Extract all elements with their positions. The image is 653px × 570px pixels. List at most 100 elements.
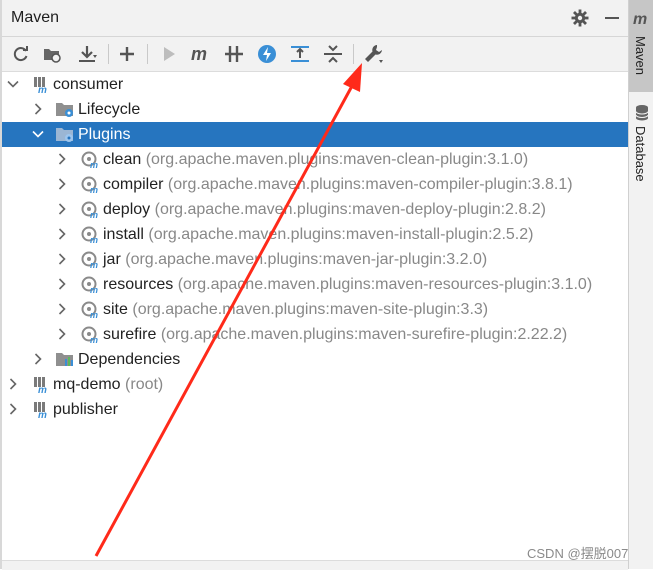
plugin-icon: m [81,276,98,294]
maven-module-icon: m [34,77,47,94]
tree-node-dependencies[interactable]: Dependencies [2,347,628,372]
side-tab-label: Database [633,126,648,182]
plugin-icon: m [81,176,98,194]
run-icon[interactable] [158,43,180,65]
svg-text:m: m [90,160,98,169]
tree-node-label: publisher [53,401,118,418]
side-tab-maven[interactable]: m Maven [629,0,653,92]
chevron-right-icon[interactable] [56,153,68,165]
gear-icon[interactable] [570,8,590,28]
maven-goal-icon[interactable]: m [190,43,212,65]
tree-node-label: Lifecycle [78,101,141,118]
generate-sources-icon[interactable] [41,43,63,65]
collapse-all-icon[interactable] [322,43,344,65]
tree-node-consumer[interactable]: m consumer [2,72,628,97]
tree-node-lifecycle[interactable]: Lifecycle [2,97,628,122]
lifecycle-folder-icon [56,103,73,117]
svg-text:m: m [633,11,647,28]
plugin-name: jar [103,251,121,268]
tree-node-mq-demo[interactable]: m mq-demo (root) [2,372,628,397]
chevron-right-icon[interactable] [7,378,19,390]
plugin-icon: m [81,201,98,219]
tree-node-plugin[interactable]: m compiler (org.apache.maven.plugins:mav… [2,172,628,197]
minimize-icon[interactable] [602,8,622,28]
chevron-right-icon[interactable] [32,103,44,115]
chevron-right-icon[interactable] [7,403,19,415]
chevron-down-icon[interactable] [7,78,19,90]
svg-text:m: m [90,210,98,219]
toolbar-separator [108,44,109,64]
tree-node-plugin[interactable]: m clean (org.apache.maven.plugins:maven-… [2,147,628,172]
plugin-icon: m [81,301,98,319]
tool-window-title: Maven [11,9,60,26]
plugin-coordinates: (org.apache.maven.plugins:maven-resource… [177,276,593,293]
chevron-right-icon[interactable] [56,228,68,240]
tree-node-publisher[interactable]: m publisher [2,397,628,422]
svg-text:m: m [38,385,47,394]
toolbar-separator [147,44,148,64]
maven-module-icon: m [34,402,47,419]
tree-node-plugin[interactable]: m resources (org.apache.maven.plugins:ma… [2,272,628,297]
plugin-name: install [103,226,144,243]
svg-text:m: m [191,44,207,64]
tree-node-label: Plugins [78,126,131,143]
chevron-right-icon[interactable] [32,353,44,365]
plugin-name: clean [103,151,142,168]
svg-text:m: m [90,310,98,319]
plugin-coordinates: (org.apache.maven.plugins:maven-jar-plug… [125,251,488,268]
maven-icon: m [633,11,647,28]
tree-node-label: mq-demo [53,376,121,393]
plugin-coordinates: (org.apache.maven.plugins:maven-clean-pl… [145,151,529,168]
tree-node-plugin[interactable]: m install (org.apache.maven.plugins:mave… [2,222,628,247]
svg-text:m: m [38,410,47,419]
plugins-folder-icon [56,128,73,142]
plugin-icon: m [81,226,98,244]
tree-node-plugin[interactable]: m deploy (org.apache.maven.plugins:maven… [2,197,628,222]
svg-text:m: m [38,85,47,94]
chevron-right-icon[interactable] [56,178,68,190]
toolbar-separator [353,44,354,64]
side-tab-database[interactable]: Database [629,98,653,188]
svg-text:m: m [90,185,98,194]
svg-text:m: m [90,235,98,244]
tree-node-plugin[interactable]: m jar (org.apache.maven.plugins:maven-ja… [2,247,628,272]
chevron-down-icon[interactable] [32,128,44,140]
add-icon[interactable] [116,43,138,65]
chevron-right-icon[interactable] [56,328,68,340]
chevron-right-icon[interactable] [56,278,68,290]
maven-toolbar: m [2,37,628,72]
side-tab-label: Maven [633,36,648,76]
database-icon [635,105,649,121]
tree-node-plugin[interactable]: m surefire (org.apache.maven.plugins:mav… [2,322,628,347]
reload-icon[interactable] [10,43,32,65]
maven-module-icon: m [34,377,47,394]
tree-node-label: consumer [53,76,124,93]
plugin-name: resources [103,276,174,293]
plugin-coordinates: (org.apache.maven.plugins:maven-install-… [148,226,534,243]
plugin-coordinates: (org.apache.maven.plugins:maven-compiler… [167,176,573,193]
chevron-right-icon[interactable] [56,253,68,265]
tree-node-plugin[interactable]: m site (org.apache.maven.plugins:maven-s… [2,297,628,322]
maven-tool-window: Maven m m consumer Lifecycle Plugins m c… [0,0,653,570]
plugin-coordinates: (org.apache.maven.plugins:maven-deploy-p… [154,201,546,218]
chevron-right-icon[interactable] [56,303,68,315]
tree-node-plugins[interactable]: Plugins [2,122,628,147]
wrench-settings-icon[interactable] [362,43,384,65]
toggle-offline-icon[interactable] [223,43,245,65]
show-dependencies-icon[interactable] [289,43,311,65]
plugin-name: site [103,301,128,318]
plugin-name: surefire [103,326,157,343]
svg-text:m: m [90,260,98,269]
watermark: CSDN @摆脱007 [527,546,629,561]
plugin-coordinates: (org.apache.maven.plugins:maven-surefire… [160,326,568,343]
svg-text:m: m [90,285,98,294]
plugin-icon: m [81,326,98,344]
root-suffix: (root) [125,376,164,393]
plugin-coordinates: (org.apache.maven.plugins:maven-site-plu… [132,301,489,318]
download-icon[interactable] [76,43,98,65]
plugin-icon: m [81,251,98,269]
skip-tests-icon[interactable] [256,43,278,65]
plugin-name: compiler [103,176,164,193]
chevron-right-icon[interactable] [56,203,68,215]
plugin-icon: m [81,151,98,169]
